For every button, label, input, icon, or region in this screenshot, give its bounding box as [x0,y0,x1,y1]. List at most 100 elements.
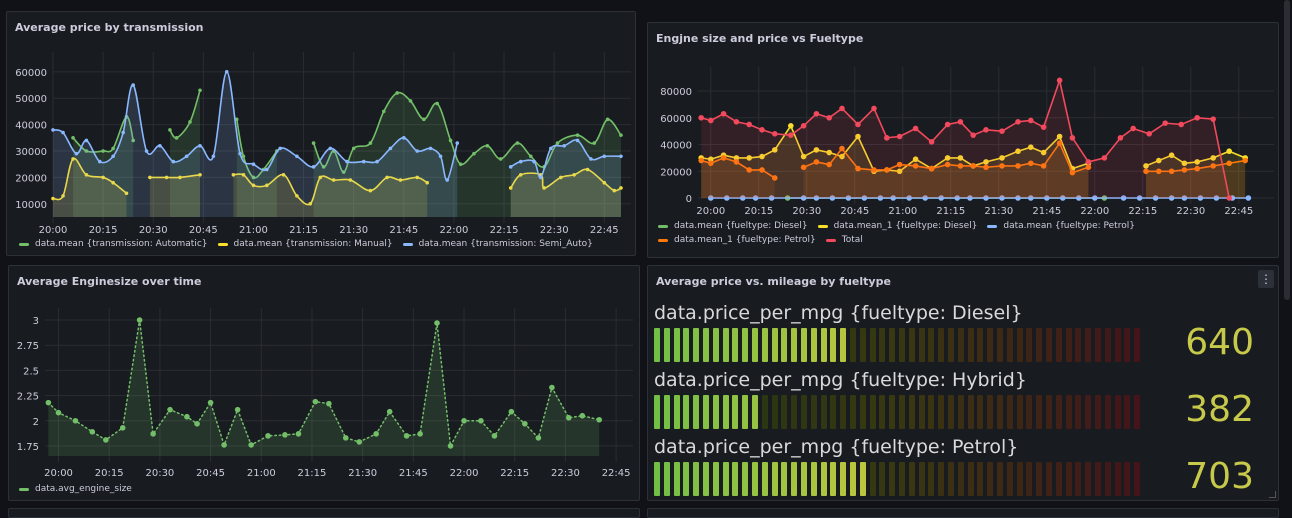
legend-item[interactable]: data.mean {transmission: Manual} [217,239,393,249]
data-point[interactable] [97,159,102,164]
data-point[interactable] [234,406,241,413]
data-point[interactable] [575,138,580,143]
data-point[interactable] [538,175,543,180]
data-point[interactable] [111,154,115,159]
data-point[interactable] [224,70,229,74]
data-point[interactable] [248,442,254,448]
data-point[interactable] [455,141,460,145]
data-point[interactable] [415,149,419,153]
data-point[interactable] [381,109,386,114]
data-point[interactable] [295,154,299,159]
data-point[interactable] [312,398,319,405]
data-point[interactable] [1085,159,1092,165]
data-point[interactable] [265,167,269,172]
data-point[interactable] [198,88,202,93]
data-point[interactable] [1028,117,1034,124]
data-point[interactable] [562,143,566,148]
data-point[interactable] [957,119,964,125]
data-point[interactable] [772,131,778,137]
data-point[interactable] [602,154,607,159]
data-point[interactable] [395,91,399,95]
data-point[interactable] [472,151,476,156]
data-point[interactable] [549,146,553,151]
data-point[interactable] [351,146,356,151]
data-point[interactable] [194,420,200,427]
data-point[interactable] [733,119,740,125]
data-point[interactable] [759,127,765,133]
data-point[interactable] [839,105,845,112]
data-point[interactable] [328,146,333,151]
data-point[interactable] [912,125,919,132]
kebab-menu-icon[interactable]: ⋮ [1258,270,1274,288]
data-point[interactable] [295,431,302,437]
data-point[interactable] [522,420,528,427]
data-point[interactable] [417,431,423,437]
data-point[interactable] [119,425,126,431]
data-point[interactable] [136,317,143,323]
data-point[interactable] [485,143,490,148]
data-point[interactable] [101,149,105,153]
data-point[interactable] [278,146,282,151]
data-point[interactable] [282,432,288,438]
data-point[interactable] [555,141,560,145]
data-point[interactable] [788,132,794,138]
data-point[interactable] [375,159,379,164]
data-point[interactable] [800,123,807,129]
data-point[interactable] [434,320,440,326]
legend-item[interactable]: data.mean {fueltype: Petrol} [987,221,1135,231]
data-point[interactable] [184,154,189,159]
data-point[interactable] [311,165,316,169]
data-point[interactable] [386,408,393,415]
data-point[interactable] [171,159,176,164]
data-point[interactable] [1242,157,1248,164]
data-point[interactable] [198,143,202,148]
data-point[interactable] [698,114,704,121]
data-point[interactable] [1101,155,1108,161]
data-point[interactable] [720,110,727,117]
data-point[interactable] [265,433,271,439]
data-point[interactable] [596,416,603,423]
data-point[interactable] [428,146,433,151]
data-point[interactable] [121,130,125,135]
data-point[interactable] [445,178,450,182]
data-point[interactable] [144,149,149,153]
data-point[interactable] [535,435,542,441]
data-point[interactable] [361,159,366,164]
data-point[interactable] [345,159,349,164]
data-point[interactable] [174,136,179,140]
legend-item[interactable]: data.mean_1 {fueltype: Diesel} [817,221,977,231]
data-point[interactable] [403,433,410,439]
data-point[interactable] [1056,77,1063,84]
data-point[interactable] [1069,135,1076,141]
data-point[interactable] [1117,135,1124,141]
data-point[interactable] [131,83,135,87]
data-point[interactable] [71,136,75,140]
data-point[interactable] [884,135,890,141]
data-point[interactable] [1226,195,1232,201]
data-point[interactable] [55,409,62,416]
data-point[interactable] [238,151,242,156]
data-point[interactable] [508,408,515,415]
data-point[interactable] [61,130,65,135]
data-point[interactable] [402,136,406,140]
data-point[interactable] [368,141,373,145]
data-point[interactable] [1226,148,1232,155]
data-point[interactable] [1015,119,1021,125]
data-point[interactable] [1162,120,1168,126]
data-point[interactable] [619,133,623,137]
legend-item[interactable]: Total [825,235,863,245]
data-point[interactable] [1040,124,1047,130]
data-point[interactable] [158,143,162,148]
legend-item[interactable]: data.avg_engine_size [19,484,132,494]
data-point[interactable] [72,417,79,424]
data-point[interactable] [528,154,533,159]
data-point[interactable] [168,128,172,132]
data-point[interactable] [592,141,597,145]
data-point[interactable] [944,121,951,128]
data-point[interactable] [518,159,523,164]
legend-item[interactable]: data.mean {fueltype: Diesel} [658,221,808,231]
data-point[interactable] [458,162,463,167]
data-point[interactable] [1146,131,1152,137]
resize-handle-icon[interactable] [1269,491,1276,498]
data-point[interactable] [438,154,443,159]
